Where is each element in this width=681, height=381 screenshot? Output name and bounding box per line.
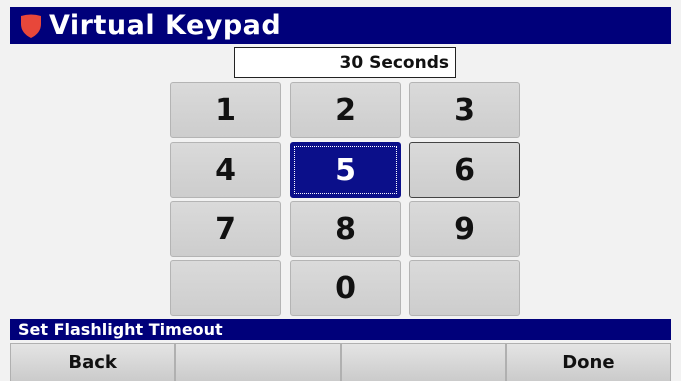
softkey-3[interactable] <box>340 343 506 381</box>
key-label: 1 <box>215 92 236 128</box>
value-text: 30 Seconds <box>339 52 450 73</box>
page-title: Virtual Keypad <box>49 10 282 41</box>
softkey-bar: Back Done <box>10 343 671 381</box>
key-4[interactable]: 4 <box>170 142 281 198</box>
prompt-bar: Set Flashlight Timeout <box>10 319 671 340</box>
key-2[interactable]: 2 <box>290 82 401 138</box>
softkey-label: Back <box>68 352 117 373</box>
key-7[interactable]: 7 <box>170 201 281 257</box>
title-bar: Virtual Keypad <box>10 7 671 44</box>
key-label: 6 <box>454 152 475 188</box>
key-0[interactable]: 0 <box>290 260 401 316</box>
value-display: 30 Seconds <box>234 47 456 78</box>
key-3[interactable]: 3 <box>409 82 520 138</box>
key-label: 3 <box>454 92 475 128</box>
key-label: 7 <box>215 211 236 247</box>
prompt-text: Set Flashlight Timeout <box>18 320 223 339</box>
key-5[interactable]: 5 <box>290 142 401 198</box>
key-blank-left[interactable] <box>170 260 281 316</box>
softkey-label: Done <box>562 352 615 373</box>
back-button[interactable]: Back <box>10 343 176 381</box>
key-label: 4 <box>215 152 236 188</box>
keypad-grid: 1 2 3 4 5 6 7 8 9 0 <box>170 82 520 318</box>
softkey-2[interactable] <box>175 343 341 381</box>
key-label: 8 <box>335 211 356 247</box>
shield-logo-icon <box>21 14 41 38</box>
key-label: 9 <box>454 211 475 247</box>
key-1[interactable]: 1 <box>170 82 281 138</box>
key-label: 2 <box>335 92 356 128</box>
key-label: 0 <box>335 270 356 306</box>
virtual-keypad-screen: Virtual Keypad 30 Seconds 1 2 3 4 5 6 7 … <box>0 0 681 381</box>
key-9[interactable]: 9 <box>409 201 520 257</box>
key-blank-right[interactable] <box>409 260 520 316</box>
key-6[interactable]: 6 <box>409 142 520 198</box>
key-label: 5 <box>335 152 356 188</box>
done-button[interactable]: Done <box>505 343 671 381</box>
key-8[interactable]: 8 <box>290 201 401 257</box>
